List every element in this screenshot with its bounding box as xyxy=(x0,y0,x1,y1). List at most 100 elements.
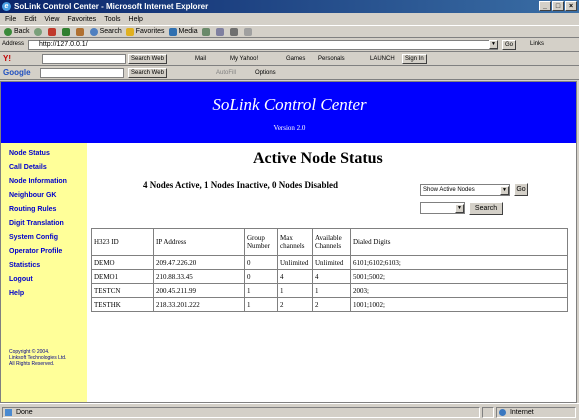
go-button-label: Go xyxy=(516,186,526,193)
yahoo-launch-link[interactable]: LAUNCH xyxy=(370,54,395,64)
address-dropdown-arrow[interactable]: ▼ xyxy=(489,40,498,49)
google-options-button[interactable]: Options xyxy=(255,68,276,78)
window-title: SoLink Control Center - Microsoft Intern… xyxy=(14,2,209,11)
yahoo-games-link[interactable]: Games xyxy=(286,54,305,64)
node-filter-dropdown-arrow[interactable]: ▼ xyxy=(500,186,509,195)
cell-ip-address: 218.33.201.222 xyxy=(153,297,245,312)
back-button[interactable]: Back xyxy=(4,27,30,36)
site-title: SoLink Control Center xyxy=(212,95,367,114)
nav-digit-translation[interactable]: Digit Translation xyxy=(9,220,64,227)
go-button[interactable]: Go xyxy=(514,183,528,196)
menu-favorites[interactable]: Favorites xyxy=(67,16,96,23)
cell-available-channels: Unlimited xyxy=(312,255,351,270)
google-search-input[interactable] xyxy=(40,68,124,78)
go-navigate-label: Go xyxy=(505,42,514,48)
cell-dialed-digits: 5001;5002; xyxy=(350,269,568,284)
my-yahoo-link[interactable]: My Yahoo! xyxy=(230,54,258,64)
nav-call-details[interactable]: Call Details xyxy=(9,164,47,171)
node-filter-value: Show Active Nodes xyxy=(423,187,475,193)
nav-routing-rules[interactable]: Routing Rules xyxy=(9,206,56,213)
menu-help[interactable]: Help xyxy=(129,16,143,23)
menu-edit[interactable]: Edit xyxy=(24,16,36,23)
google-search-web-button[interactable]: Search Web xyxy=(128,68,167,78)
maximize-button[interactable]: □ xyxy=(552,1,564,11)
cell-group-number: 0 xyxy=(244,269,278,284)
media-button[interactable]: Media xyxy=(168,27,198,36)
refresh-button[interactable] xyxy=(61,27,72,36)
favorites-button[interactable]: Favorites xyxy=(125,27,165,36)
home-button[interactable] xyxy=(75,27,86,36)
print-button[interactable] xyxy=(229,27,240,36)
cell-max-channels: 2 xyxy=(277,297,313,312)
standard-toolbar: Back Search Favorites Media xyxy=(0,25,579,38)
menu-file[interactable]: File xyxy=(5,16,16,23)
stop-button[interactable] xyxy=(47,27,58,36)
cell-h323-id: DEMO xyxy=(91,255,154,270)
menu-tools[interactable]: Tools xyxy=(104,16,120,23)
col-h323-id: H323 ID xyxy=(91,228,154,256)
close-button[interactable]: × xyxy=(565,1,577,11)
yahoo-search-input[interactable] xyxy=(42,54,126,64)
nav-operator-profile[interactable]: Operator Profile xyxy=(9,248,62,255)
google-autofill-button[interactable]: AutoFill xyxy=(216,68,236,78)
menu-bar: File Edit View Favorites Tools Help xyxy=(0,13,579,25)
cell-ip-address: 209.47.226.20 xyxy=(153,255,245,270)
address-input[interactable]: http://127.0.0.1/ xyxy=(28,40,498,50)
history-icon xyxy=(201,27,210,36)
search-button-page[interactable]: Search xyxy=(469,202,503,215)
edit-button[interactable] xyxy=(243,27,254,36)
cell-dialed-digits: 1001;1002; xyxy=(350,297,568,312)
yahoo-mail-link[interactable]: Mail xyxy=(195,54,206,64)
zone-label: Internet xyxy=(509,409,534,416)
yahoo-sign-in-button[interactable]: Sign In xyxy=(402,54,427,64)
status-lock-panel xyxy=(482,407,494,418)
nav-node-information[interactable]: Node Information xyxy=(9,178,67,185)
cell-max-channels: Unlimited xyxy=(277,255,313,270)
nav-logout[interactable]: Logout xyxy=(9,276,33,283)
copyright-rights: All Rights Reserved. xyxy=(9,361,55,367)
col-dialed-digits: Dialed Digits xyxy=(350,228,568,256)
col-ip-address: IP Address xyxy=(153,228,245,256)
go-navigate-button[interactable]: Go xyxy=(502,40,517,50)
google-search-web-label: Search Web xyxy=(131,70,164,76)
cell-available-channels: 2 xyxy=(312,297,351,312)
copyright-notice: Copyright © 2004. Linksoft Technologies … xyxy=(9,349,79,367)
cell-h323-id: DEMO1 xyxy=(91,269,154,284)
yahoo-search-web-label: Search Web xyxy=(131,56,164,62)
status-text: Done xyxy=(15,409,33,416)
search-select-dropdown-arrow[interactable]: ▼ xyxy=(455,204,464,213)
history-button[interactable] xyxy=(201,27,212,36)
menu-view[interactable]: View xyxy=(44,16,59,23)
cell-max-channels: 1 xyxy=(277,283,313,298)
search-button[interactable]: Search xyxy=(89,27,122,36)
forward-arrow-icon xyxy=(33,27,42,36)
col-group-number: Group Number xyxy=(244,228,278,256)
table-row: TESTHK 218.33.201.222 1 2 2 1001;1002; xyxy=(91,297,568,312)
nav-neighbour-gk[interactable]: Neighbour GK xyxy=(9,192,56,199)
nav-help[interactable]: Help xyxy=(9,290,24,297)
links-label[interactable]: Links xyxy=(530,39,544,49)
sidebar-nav: Node Status Call Details Node Informatio… xyxy=(1,143,87,402)
table-header-row: H323 ID IP Address Group Number Max chan… xyxy=(91,228,568,256)
node-filter-select[interactable]: Show Active Nodes xyxy=(420,184,510,196)
nav-statistics[interactable]: Statistics xyxy=(9,262,40,269)
cell-available-channels: 1 xyxy=(312,283,351,298)
yahoo-personals-link[interactable]: Personals xyxy=(318,54,345,64)
yahoo-search-web-button[interactable]: Search Web xyxy=(128,54,167,64)
favorites-label: Favorites xyxy=(135,28,165,35)
address-bar: Address http://127.0.0.1/ ▼ Go Links xyxy=(0,38,579,52)
address-label: Address xyxy=(2,41,25,47)
cell-group-number: 1 xyxy=(244,297,278,312)
mail-button[interactable] xyxy=(215,27,226,36)
title-bar: e SoLink Control Center - Microsoft Inte… xyxy=(0,0,579,13)
table-row: DEMO 209.47.226.20 0 Unlimited Unlimited… xyxy=(91,255,568,270)
search-button-page-label: Search xyxy=(474,205,498,212)
nav-node-status[interactable]: Node Status xyxy=(9,150,50,157)
minimize-button[interactable]: _ xyxy=(539,1,551,11)
favorites-star-icon xyxy=(125,27,134,36)
cell-ip-address: 200.45.211.99 xyxy=(153,283,245,298)
forward-button[interactable] xyxy=(33,27,44,36)
nav-system-config[interactable]: System Config xyxy=(9,234,58,241)
back-label: Back xyxy=(14,28,30,35)
back-arrow-icon xyxy=(4,27,12,36)
